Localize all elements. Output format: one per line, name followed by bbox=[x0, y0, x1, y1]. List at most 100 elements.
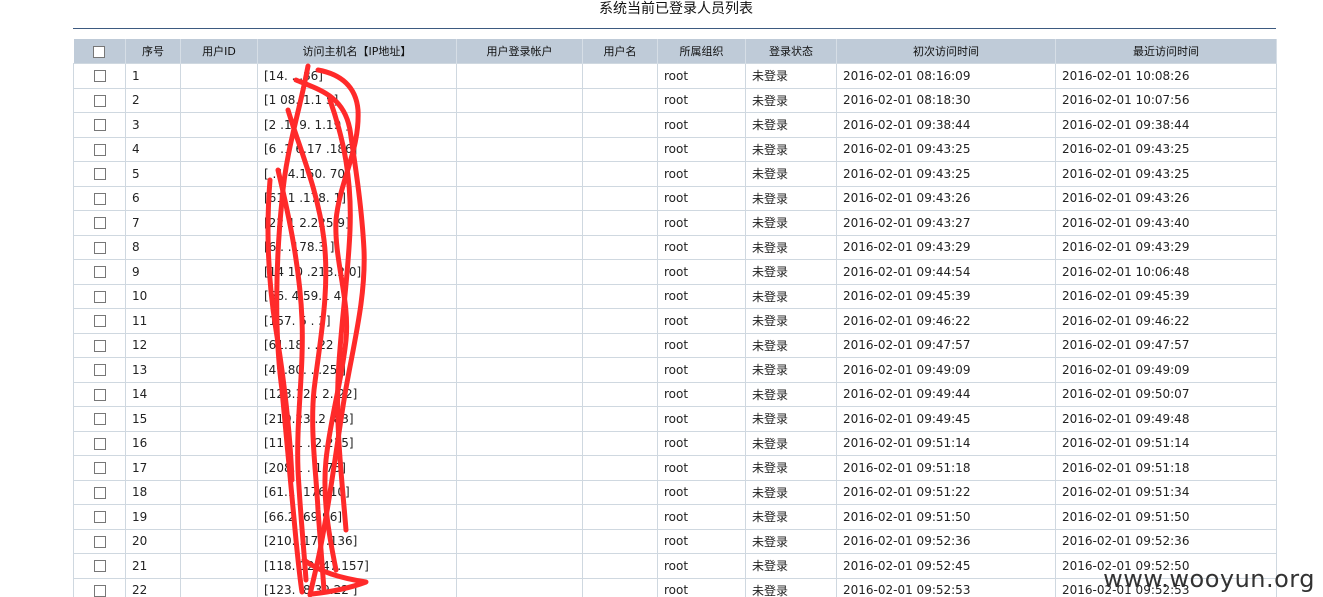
row-checkbox[interactable] bbox=[93, 217, 106, 230]
first-visit-time: 2016-02-01 08:18:30 bbox=[836, 87, 1056, 113]
table-row[interactable]: 1 [14. . .86] root 未登录 2016-02-01 08:16:09 20… bbox=[73, 63, 1277, 89]
row-select-cell bbox=[73, 234, 126, 260]
table-row[interactable]: 13 [49.80. . .25 ] root 未登录 2016-02-01 09:49… bbox=[73, 357, 1277, 383]
table-row[interactable]: 6 [61.1 .178. 1] root 未登录 2016-02-01 09:43:2… bbox=[73, 185, 1277, 211]
login-account bbox=[456, 63, 583, 89]
user-id bbox=[180, 332, 258, 358]
row-select-cell bbox=[73, 87, 126, 113]
user-id bbox=[180, 479, 258, 505]
login-account bbox=[456, 161, 583, 187]
row-checkbox[interactable] bbox=[93, 70, 106, 83]
row-select-cell bbox=[73, 553, 126, 579]
last-visit-time: 2016-02-01 09:51:50 bbox=[1055, 504, 1277, 530]
row-select-cell bbox=[73, 381, 126, 407]
row-checkbox[interactable] bbox=[93, 364, 106, 377]
table-row[interactable]: 12 [61.18 . .22 ] root 未登录 2016-02-01 09:47:… bbox=[73, 332, 1277, 358]
table-row[interactable]: 4 [6 .1 6.17 .186] root 未登录 2016-02-01 09:43… bbox=[73, 136, 1277, 162]
login-account bbox=[456, 455, 583, 481]
host-ip: [6 .1 6.17 .186] bbox=[257, 136, 457, 162]
table-row[interactable]: 7 [22 1 2.225 9] root 未登录 2016-02-01 09:43:2… bbox=[73, 210, 1277, 236]
table-row[interactable]: 18 [61.1 .176.10] root 未登录 2016-02-01 09:51:… bbox=[73, 479, 1277, 505]
title-divider bbox=[73, 28, 1276, 29]
table-row[interactable]: 14 [123.12 . 2. 22] root 未登录 2016-02-01 09:4… bbox=[73, 381, 1277, 407]
login-status: 未登录 bbox=[745, 112, 837, 138]
col-header-user-id[interactable]: 用户ID bbox=[180, 39, 258, 64]
user-name bbox=[582, 136, 658, 162]
user-name bbox=[582, 210, 658, 236]
col-header-host[interactable]: 访问主机名【IP地址】 bbox=[257, 39, 457, 64]
table-row[interactable]: 9 [14 10 .213.2 0] root 未登录 2016-02-01 09:44… bbox=[73, 259, 1277, 285]
row-checkbox[interactable] bbox=[93, 241, 106, 254]
login-status: 未登录 bbox=[745, 308, 837, 334]
row-checkbox[interactable] bbox=[93, 413, 106, 426]
first-visit-time: 2016-02-01 09:49:45 bbox=[836, 406, 1056, 432]
col-header-account[interactable]: 用户登录帐户 bbox=[456, 39, 583, 64]
page: 系统当前已登录人员列表 序号 用户ID 访问主机名【IP地址】 用户登录帐户 用… bbox=[0, 0, 1323, 597]
row-select-cell bbox=[73, 283, 126, 309]
table-row[interactable]: 21 [118. 12. 47.157] root 未登录 2016-02-01 09:… bbox=[73, 553, 1277, 579]
row-checkbox[interactable] bbox=[93, 535, 106, 548]
table-row[interactable]: 5[ .1 4.150. 70] root 未登录 2016-02-01 09:43:… bbox=[73, 161, 1277, 187]
col-header-last-visit[interactable]: 最近访问时间 bbox=[1055, 39, 1277, 64]
row-checkbox[interactable] bbox=[93, 339, 106, 352]
table-row[interactable]: 22 [123. .8.39.22 ] root 未登录 2016-02-01 09:5… bbox=[73, 577, 1277, 597]
organization: root bbox=[657, 357, 746, 383]
last-visit-time: 2016-02-01 09:51:34 bbox=[1055, 479, 1277, 505]
login-account bbox=[456, 381, 583, 407]
host-ip: [119.1 . 2.215] bbox=[257, 430, 457, 456]
col-header-no[interactable]: 序号 bbox=[125, 39, 181, 64]
organization: root bbox=[657, 504, 746, 530]
table-row[interactable]: 17 [208.1 . 1.75] root 未登录 2016-02-01 09:51:… bbox=[73, 455, 1277, 481]
table-row[interactable]: 8 [6 . .178.3 ] root 未登录 2016-02-01 09:43:29… bbox=[73, 234, 1277, 260]
row-checkbox[interactable] bbox=[93, 119, 106, 132]
row-checkbox[interactable] bbox=[93, 584, 106, 597]
row-checkbox[interactable] bbox=[93, 388, 106, 401]
col-header-username[interactable]: 用户名 bbox=[582, 39, 658, 64]
user-id bbox=[180, 528, 258, 554]
table-row[interactable]: 2 [1 08. 1.1 5] root 未登录 2016-02-01 08:18:30… bbox=[73, 87, 1277, 113]
login-account bbox=[456, 234, 583, 260]
select-all-checkbox[interactable] bbox=[93, 45, 106, 58]
login-account bbox=[456, 577, 583, 597]
col-header-status[interactable]: 登录状态 bbox=[745, 39, 837, 64]
login-account bbox=[456, 528, 583, 554]
col-header-org[interactable]: 所属组织 bbox=[657, 39, 746, 64]
row-checkbox[interactable] bbox=[93, 94, 106, 107]
organization: root bbox=[657, 87, 746, 113]
row-checkbox[interactable] bbox=[93, 437, 106, 450]
user-id bbox=[180, 308, 258, 334]
table-row[interactable]: 11 [157. 5 . 3] root 未登录 2016-02-01 09:46:22… bbox=[73, 308, 1277, 334]
user-id bbox=[180, 430, 258, 456]
row-select-cell bbox=[73, 63, 126, 89]
row-checkbox[interactable] bbox=[93, 511, 106, 524]
table-row[interactable]: 3 [2 .179. 1.19 ] root 未登录 2016-02-01 09:38:… bbox=[73, 112, 1277, 138]
row-number: 1 bbox=[125, 63, 181, 89]
col-header-first-visit[interactable]: 初次访问时间 bbox=[836, 39, 1056, 64]
table-row[interactable]: 15 [219.23 .2 .83] root 未登录 2016-02-01 09:49… bbox=[73, 406, 1277, 432]
login-status: 未登录 bbox=[745, 87, 837, 113]
host-ip: [219.23 .2 .83] bbox=[257, 406, 457, 432]
table-row[interactable]: 16 [119.1 . 2.215] root 未登录 2016-02-01 09:51… bbox=[73, 430, 1277, 456]
row-checkbox[interactable] bbox=[93, 290, 106, 303]
row-checkbox[interactable] bbox=[93, 462, 106, 475]
table-body: 1 [14. . .86] root 未登录 2016-02-01 08:16:09 20… bbox=[73, 63, 1277, 597]
last-visit-time: 2016-02-01 09:38:44 bbox=[1055, 112, 1277, 138]
table-row[interactable]: 19 [66.2 .69.96] root 未登录 2016-02-01 09:51:5… bbox=[73, 504, 1277, 530]
row-checkbox[interactable] bbox=[93, 315, 106, 328]
organization: root bbox=[657, 332, 746, 358]
row-checkbox[interactable] bbox=[93, 168, 106, 181]
row-select-cell bbox=[73, 185, 126, 211]
row-checkbox[interactable] bbox=[93, 143, 106, 156]
organization: root bbox=[657, 455, 746, 481]
row-checkbox[interactable] bbox=[93, 192, 106, 205]
row-checkbox[interactable] bbox=[93, 486, 106, 499]
last-visit-time: 2016-02-01 09:45:39 bbox=[1055, 283, 1277, 309]
login-account bbox=[456, 357, 583, 383]
table-row[interactable]: 10 [66. 4 59.1 4] root 未登录 2016-02-01 09:45:… bbox=[73, 283, 1277, 309]
row-checkbox[interactable] bbox=[93, 266, 106, 279]
login-status: 未登录 bbox=[745, 577, 837, 597]
host-ip: [123.12 . 2. 22] bbox=[257, 381, 457, 407]
table-row[interactable]: 20 [210. .177.136] root 未登录 2016-02-01 09:52… bbox=[73, 528, 1277, 554]
row-checkbox[interactable] bbox=[93, 560, 106, 573]
login-account bbox=[456, 332, 583, 358]
